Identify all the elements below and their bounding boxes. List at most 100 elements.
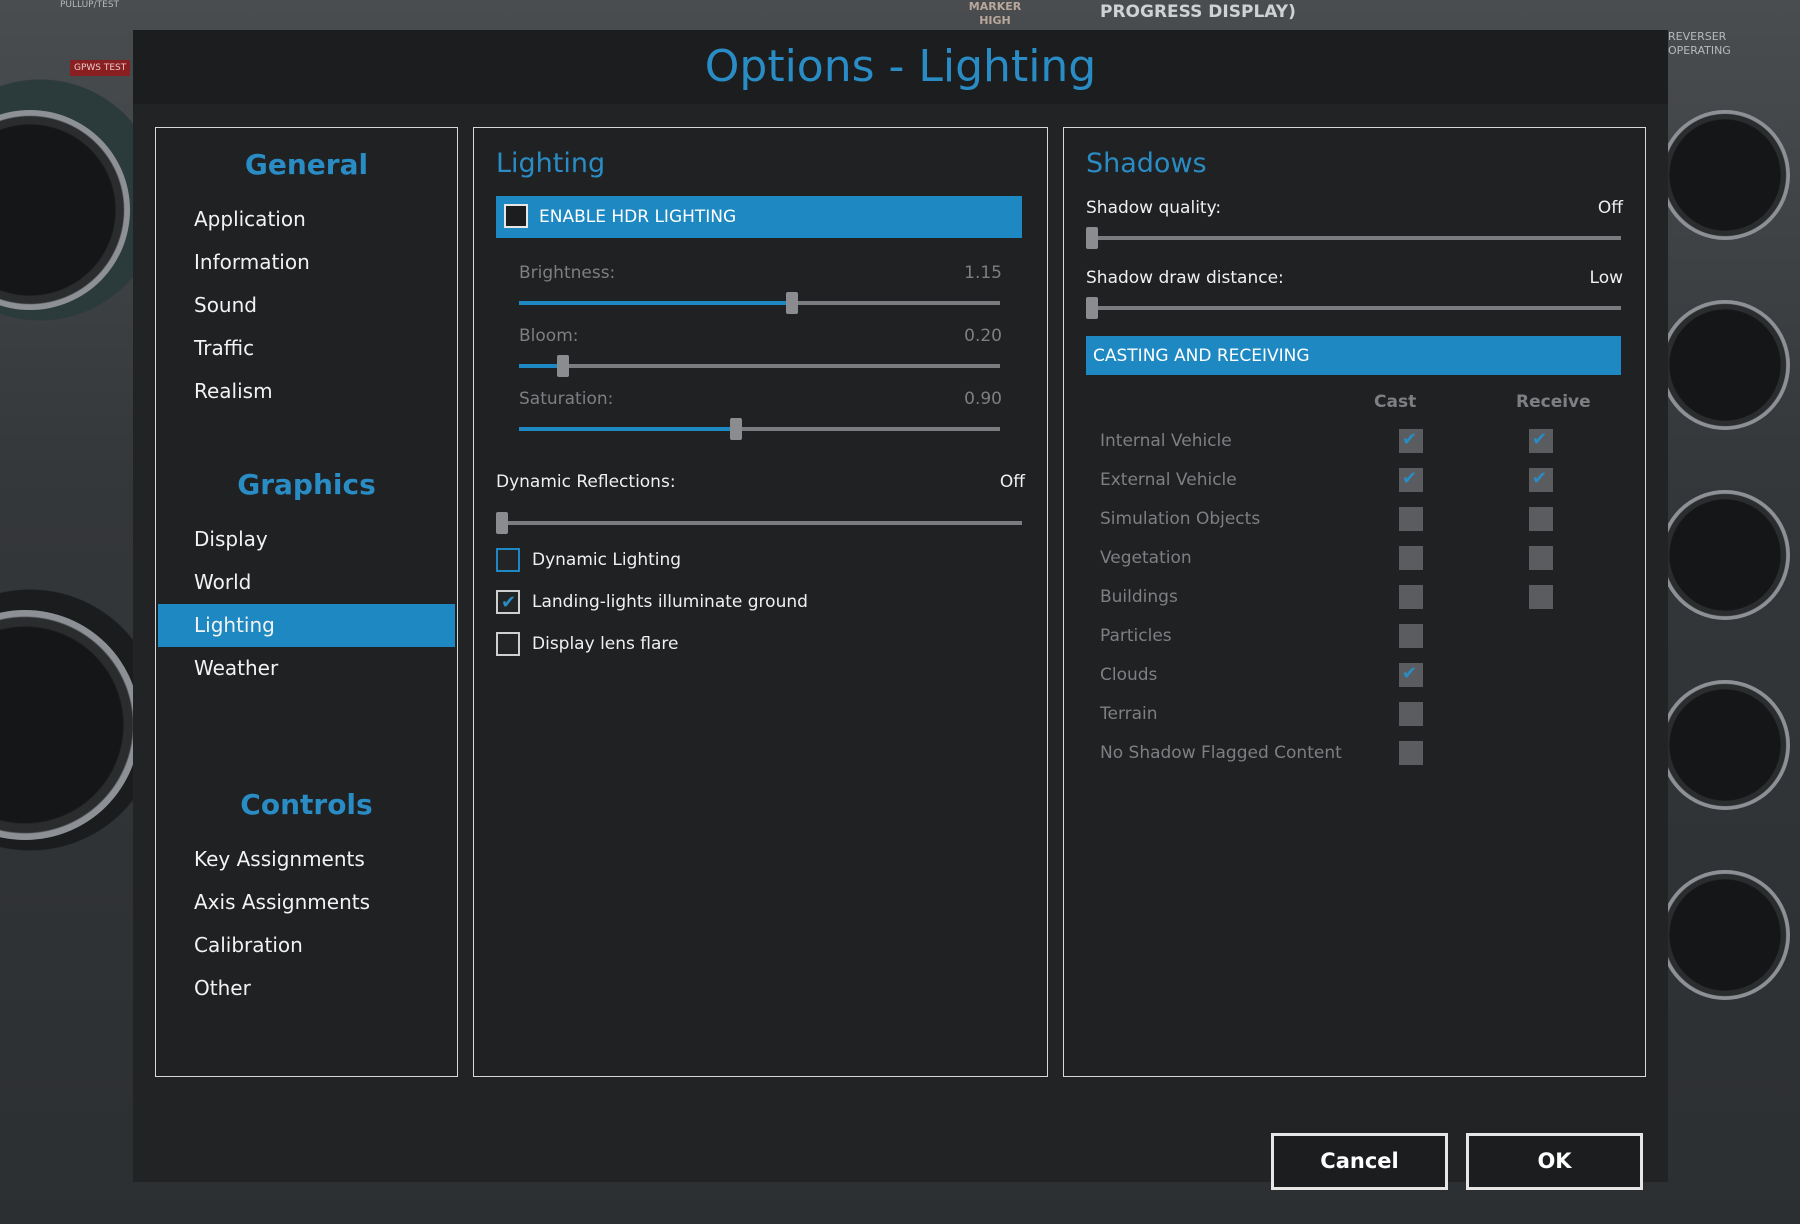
- reflections-thumb[interactable]: [496, 512, 508, 534]
- receive-checkbox[interactable]: [1529, 585, 1553, 609]
- shadow-row-label: Buildings: [1100, 587, 1178, 607]
- brightness-slider[interactable]: [519, 292, 1000, 314]
- shadow-quality-value: Off: [1597, 198, 1623, 218]
- cast-checkbox[interactable]: [1399, 546, 1423, 570]
- nav-item-traffic[interactable]: Traffic: [156, 327, 457, 370]
- shadow-row-label: External Vehicle: [1100, 470, 1237, 490]
- lens-flare-checkbox[interactable]: [496, 632, 520, 656]
- nav-item-calibration[interactable]: Calibration: [156, 924, 457, 967]
- left-gauge-bottom: [0, 610, 140, 840]
- reflections-slider[interactable]: [496, 512, 1022, 534]
- nav-item-axis-assignments[interactable]: Axis Assignments: [156, 881, 457, 924]
- check-icon: ✔: [1532, 429, 1548, 450]
- nav-heading-controls: Controls: [240, 788, 373, 821]
- ok-button[interactable]: OK: [1466, 1133, 1643, 1190]
- shadow-distance-thumb[interactable]: [1086, 297, 1098, 319]
- receive-checkbox[interactable]: [1529, 507, 1553, 531]
- reflections-label: Dynamic Reflections:: [496, 472, 676, 492]
- dynamic-lighting-label: Dynamic Lighting: [532, 550, 682, 570]
- cast-checkbox[interactable]: [1399, 624, 1423, 648]
- right-gauge-4: [1660, 680, 1790, 810]
- col-receive-header: Receive: [1516, 392, 1591, 412]
- hdr-toggle-bar[interactable]: ENABLE HDR LIGHTING: [496, 196, 1022, 238]
- nav-item-information[interactable]: Information: [156, 241, 457, 284]
- shadow-distance-value: Low: [1589, 268, 1623, 288]
- nav-item-key-assignments[interactable]: Key Assignments: [156, 838, 457, 881]
- nav-item-other[interactable]: Other: [156, 967, 457, 1010]
- lens-flare-label: Display lens flare: [532, 634, 679, 654]
- option-lens-flare[interactable]: Display lens flare: [496, 632, 896, 658]
- shadow-row-label: No Shadow Flagged Content: [1100, 743, 1342, 763]
- receive-checkbox[interactable]: [1529, 546, 1553, 570]
- nav-item-world[interactable]: World: [156, 561, 457, 604]
- option-dynamic-lighting[interactable]: Dynamic Lighting: [496, 548, 896, 574]
- check-icon: ✔: [1402, 468, 1418, 489]
- shadow-row-label: Internal Vehicle: [1100, 431, 1232, 451]
- option-landing-lights[interactable]: ✔ Landing-lights illuminate ground: [496, 590, 896, 616]
- shadow-quality-thumb[interactable]: [1086, 227, 1098, 249]
- cancel-button[interactable]: Cancel: [1271, 1133, 1448, 1190]
- bg-label-progress: PROGRESS DISPLAY): [1100, 2, 1296, 22]
- saturation-label: Saturation:: [519, 389, 614, 409]
- saturation-value: 0.90: [964, 389, 1002, 409]
- nav-item-application[interactable]: Application: [156, 198, 457, 241]
- right-gauge-3: [1660, 490, 1790, 620]
- shadows-panel: Shadows Shadow quality: Off Shadow draw …: [1063, 127, 1646, 1077]
- bg-label-gpws: GPWS TEST: [70, 60, 131, 76]
- bloom-thumb[interactable]: [557, 355, 569, 377]
- brightness-value: 1.15: [964, 263, 1002, 283]
- receive-checkbox[interactable]: ✔: [1529, 429, 1553, 453]
- nav-item-weather[interactable]: Weather: [156, 647, 457, 690]
- check-icon: ✔: [1402, 429, 1418, 450]
- bloom-label: Bloom:: [519, 326, 579, 346]
- reflections-value: Off: [999, 472, 1025, 492]
- cast-checkbox[interactable]: ✔: [1399, 663, 1423, 687]
- nav-heading-general: General: [244, 148, 369, 181]
- brightness-thumb[interactable]: [786, 292, 798, 314]
- nav-panel: General Application Information Sound Tr…: [155, 127, 458, 1077]
- shadow-quality-label: Shadow quality:: [1086, 198, 1222, 218]
- shadow-distance-slider[interactable]: [1086, 297, 1621, 319]
- cast-checkbox[interactable]: [1399, 585, 1423, 609]
- casting-header: CASTING AND RECEIVING: [1086, 336, 1621, 375]
- nav-heading-graphics: Graphics: [237, 468, 376, 501]
- shadow-row: Terrain: [1064, 702, 1624, 728]
- bg-label-reverser: REVERSER OPERATING: [1668, 30, 1731, 57]
- bloom-value: 0.20: [964, 326, 1002, 346]
- bg-label-pullup: PULLUP/TEST: [60, 0, 120, 10]
- receive-checkbox[interactable]: ✔: [1529, 468, 1553, 492]
- nav-item-display[interactable]: Display: [156, 518, 457, 561]
- bloom-fill: [519, 364, 559, 368]
- right-gauge-1: [1660, 110, 1790, 240]
- cast-checkbox[interactable]: [1399, 702, 1423, 726]
- shadow-row: Vegetation: [1064, 546, 1624, 572]
- nav-item-sound[interactable]: Sound: [156, 284, 457, 327]
- hdr-checkbox[interactable]: [504, 204, 528, 228]
- right-gauge-5: [1660, 870, 1790, 1000]
- shadow-row: Buildings: [1064, 585, 1624, 611]
- nav-item-realism[interactable]: Realism: [156, 370, 457, 413]
- landing-lights-checkbox[interactable]: ✔: [496, 590, 520, 614]
- shadow-row: External Vehicle ✔ ✔: [1064, 468, 1624, 494]
- check-icon: ✔: [1532, 468, 1548, 489]
- shadow-row: Internal Vehicle ✔ ✔: [1064, 429, 1624, 455]
- shadow-row-label: Simulation Objects: [1100, 509, 1261, 529]
- cast-checkbox[interactable]: ✔: [1399, 468, 1423, 492]
- bg-label-marker: MARKER HIGH: [968, 0, 1022, 27]
- options-dialog: Options - Lighting General Application I…: [133, 30, 1668, 1190]
- cast-checkbox[interactable]: ✔: [1399, 429, 1423, 453]
- saturation-slider[interactable]: [519, 418, 1000, 440]
- shadow-row: No Shadow Flagged Content: [1064, 741, 1624, 767]
- nav-item-lighting[interactable]: Lighting: [158, 604, 455, 647]
- dynamic-lighting-checkbox[interactable]: [496, 548, 520, 572]
- saturation-thumb[interactable]: [730, 418, 742, 440]
- cast-checkbox[interactable]: [1399, 741, 1423, 765]
- shadow-quality-slider[interactable]: [1086, 227, 1621, 249]
- shadows-title: Shadows: [1086, 148, 1207, 179]
- lighting-panel: Lighting ENABLE HDR LIGHTING Brightness:…: [473, 127, 1048, 1077]
- check-icon: ✔: [1402, 663, 1418, 684]
- cast-checkbox[interactable]: [1399, 507, 1423, 531]
- dialog-title: Options - Lighting: [133, 30, 1668, 104]
- bloom-slider[interactable]: [519, 355, 1000, 377]
- shadow-distance-label: Shadow draw distance:: [1086, 268, 1284, 288]
